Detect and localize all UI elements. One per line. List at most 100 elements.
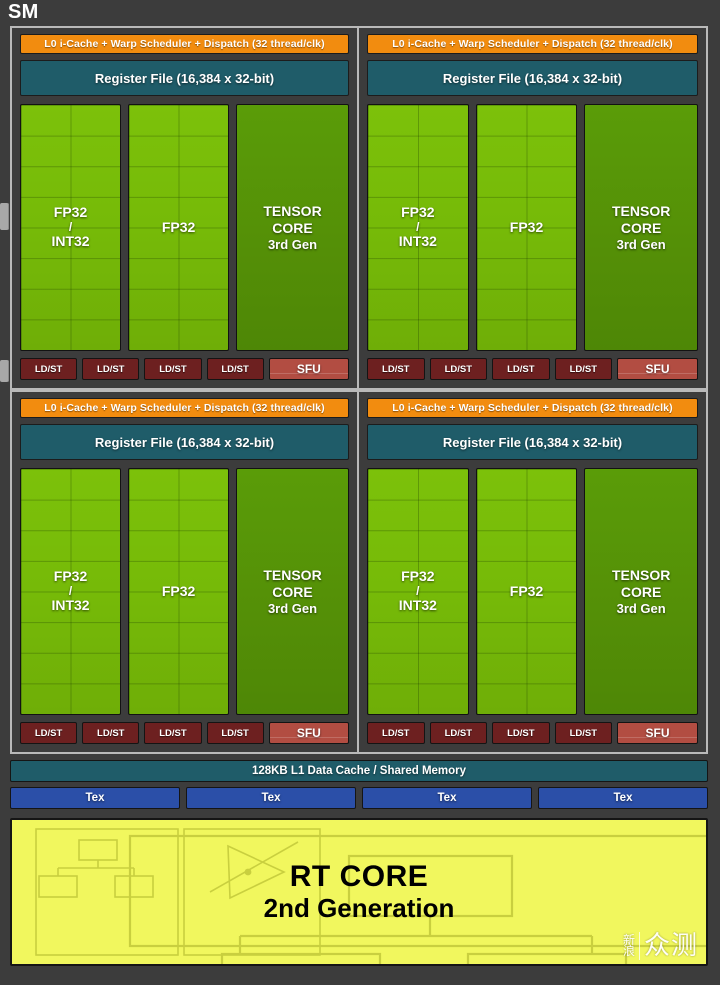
tex-unit[interactable]: Tex xyxy=(538,787,708,809)
core-columns: FP32 / INT32 FP32 TENSOR CORE 3rd Gen xyxy=(20,104,349,351)
ldst-unit[interactable]: LD/ST xyxy=(429,358,488,380)
quadrant-top-right: L0 i-Cache + Warp Scheduler + Dispatch (… xyxy=(359,28,706,388)
fp32-int32-line2: INT32 xyxy=(51,233,90,250)
tensor-core-label: TENSOR CORE 3rd Gen xyxy=(263,567,321,616)
fp32-int32-label: FP32 / INT32 xyxy=(51,568,90,614)
tensor-line1: TENSOR xyxy=(611,202,671,219)
rt-core-graphics-layer xyxy=(35,828,321,956)
ldst-unit[interactable]: LD/ST xyxy=(20,722,78,744)
fp32-int32-slash: / xyxy=(68,583,73,598)
tensor-line3: 3rd Gen xyxy=(616,236,666,252)
ldst-unit[interactable]: LD/ST xyxy=(82,722,140,744)
core-columns: FP32 / INT32 FP32 TENSOR CORE 3rd Gen xyxy=(367,104,698,351)
edge-artifact-upper xyxy=(0,203,9,230)
l1-data-cache-block[interactable]: 128KB L1 Data Cache / Shared Memory xyxy=(10,760,708,782)
fp32-column[interactable]: FP32 xyxy=(475,468,578,715)
tensor-line3: 3rd Gen xyxy=(616,600,666,616)
fp32-int32-line1: FP32 xyxy=(53,568,88,585)
warp-scheduler-bar[interactable]: L0 i-Cache + Warp Scheduler + Dispatch (… xyxy=(20,398,349,418)
quadrant-bottom-left: L0 i-Cache + Warp Scheduler + Dispatch (… xyxy=(12,392,359,752)
ldst-sfu-row: LD/ST LD/ST LD/ST LD/ST SFU xyxy=(367,358,698,380)
quadrant-row-bottom: L0 i-Cache + Warp Scheduler + Dispatch (… xyxy=(10,390,708,754)
ldst-unit[interactable]: LD/ST xyxy=(144,722,202,744)
tensor-line3: 3rd Gen xyxy=(267,236,318,252)
tensor-line2: CORE xyxy=(620,583,662,600)
fp32-int32-slash: / xyxy=(68,219,73,234)
fp32-int32-label: FP32 / INT32 xyxy=(398,204,437,250)
ldst-unit[interactable]: LD/ST xyxy=(492,722,550,744)
fp32-int32-line1: FP32 xyxy=(401,568,435,585)
fp32-int32-line2: INT32 xyxy=(51,597,90,614)
fp32-int32-column[interactable]: FP32 / INT32 xyxy=(367,468,469,715)
tensor-line2: CORE xyxy=(272,583,313,600)
register-file-block[interactable]: Register File (16,384 x 32-bit) xyxy=(20,60,349,96)
ldst-unit[interactable]: LD/ST xyxy=(206,358,264,380)
tex-unit[interactable]: Tex xyxy=(10,787,180,809)
ldst-unit[interactable]: LD/ST xyxy=(367,358,425,380)
tex-unit[interactable]: Tex xyxy=(362,787,532,809)
tex-unit[interactable]: Tex xyxy=(186,787,356,809)
fp32-int32-column[interactable]: FP32 / INT32 xyxy=(20,468,122,715)
ldst-unit[interactable]: LD/ST xyxy=(20,358,78,380)
warp-scheduler-bar[interactable]: L0 i-Cache + Warp Scheduler + Dispatch (… xyxy=(20,34,349,54)
tensor-line2: CORE xyxy=(620,219,662,236)
fp32-int32-line2: INT32 xyxy=(398,233,437,250)
register-file-block[interactable]: Register File (16,384 x 32-bit) xyxy=(367,60,698,96)
quadrant-bottom-right: L0 i-Cache + Warp Scheduler + Dispatch (… xyxy=(359,392,706,752)
ldst-unit[interactable]: LD/ST xyxy=(206,722,264,744)
fp32-column[interactable]: FP32 xyxy=(128,104,230,351)
ray-intersection-dot xyxy=(244,868,252,876)
sfu-unit[interactable]: SFU xyxy=(617,722,698,744)
fp32-int32-line1: FP32 xyxy=(53,204,88,221)
tex-unit-row: Tex Tex Tex Tex xyxy=(10,787,708,809)
tensor-core-column[interactable]: TENSOR CORE 3rd Gen xyxy=(584,468,698,715)
fp32-int32-label: FP32 / INT32 xyxy=(398,568,437,614)
tensor-line1: TENSOR xyxy=(263,202,322,219)
fp32-int32-line1: FP32 xyxy=(401,204,435,221)
fp32-int32-label: FP32 / INT32 xyxy=(51,204,90,250)
fp32-int32-line2: INT32 xyxy=(398,597,437,614)
core-columns: FP32 / INT32 FP32 TENSOR CORE 3rd Gen xyxy=(367,468,698,715)
core-columns: FP32 / INT32 FP32 TENSOR CORE 3rd Gen xyxy=(20,468,349,715)
sfu-unit[interactable]: SFU xyxy=(268,722,350,744)
fp32-label: FP32 xyxy=(509,218,544,235)
ldst-unit[interactable]: LD/ST xyxy=(429,722,488,744)
fp32-column[interactable]: FP32 xyxy=(475,104,578,351)
rt-core-block[interactable]: RT CORE 2nd Generation 新 浪 众测 xyxy=(10,818,708,966)
ldst-unit[interactable]: LD/ST xyxy=(554,358,613,380)
sfu-unit[interactable]: SFU xyxy=(268,358,350,380)
quadrant-row-top: L0 i-Cache + Warp Scheduler + Dispatch (… xyxy=(10,26,708,390)
fp32-label: FP32 xyxy=(161,582,196,599)
tensor-line3: 3rd Gen xyxy=(267,600,318,616)
quadrant-top-left: L0 i-Cache + Warp Scheduler + Dispatch (… xyxy=(12,28,359,388)
page-title: SM xyxy=(8,1,39,23)
register-file-block[interactable]: Register File (16,384 x 32-bit) xyxy=(367,424,698,460)
sfu-unit[interactable]: SFU xyxy=(617,358,698,380)
ldst-unit[interactable]: LD/ST xyxy=(367,722,425,744)
tensor-core-column[interactable]: TENSOR CORE 3rd Gen xyxy=(236,104,349,351)
fp32-int32-slash: / xyxy=(416,219,420,234)
ldst-sfu-row: LD/ST LD/ST LD/ST LD/ST SFU xyxy=(20,358,350,380)
fp32-column[interactable]: FP32 xyxy=(128,468,230,715)
tensor-core-label: TENSOR CORE 3rd Gen xyxy=(263,203,321,252)
ldst-unit[interactable]: LD/ST xyxy=(554,722,613,744)
tensor-core-column[interactable]: TENSOR CORE 3rd Gen xyxy=(584,104,698,351)
fp32-int32-column[interactable]: FP32 / INT32 xyxy=(20,104,122,351)
sm-diagram: SM L0 i-Cache + Warp Scheduler + Dispatc… xyxy=(0,0,720,985)
ldst-sfu-row: LD/ST LD/ST LD/ST LD/ST SFU xyxy=(367,722,698,744)
warp-scheduler-bar[interactable]: L0 i-Cache + Warp Scheduler + Dispatch (… xyxy=(367,34,698,54)
fp32-label: FP32 xyxy=(161,218,196,235)
warp-scheduler-bar[interactable]: L0 i-Cache + Warp Scheduler + Dispatch (… xyxy=(367,398,698,418)
ldst-unit[interactable]: LD/ST xyxy=(82,358,140,380)
tensor-core-column[interactable]: TENSOR CORE 3rd Gen xyxy=(236,468,349,715)
fp32-int32-column[interactable]: FP32 / INT32 xyxy=(367,104,469,351)
tensor-line1: TENSOR xyxy=(263,566,322,583)
edge-artifact-lower xyxy=(0,360,9,382)
tensor-core-label: TENSOR CORE 3rd Gen xyxy=(612,567,670,616)
ldst-unit[interactable]: LD/ST xyxy=(144,358,202,380)
tensor-core-label: TENSOR CORE 3rd Gen xyxy=(612,203,670,252)
register-file-block[interactable]: Register File (16,384 x 32-bit) xyxy=(20,424,349,460)
tensor-line1: TENSOR xyxy=(611,566,671,583)
ldst-sfu-row: LD/ST LD/ST LD/ST LD/ST SFU xyxy=(20,722,350,744)
ldst-unit[interactable]: LD/ST xyxy=(492,358,550,380)
